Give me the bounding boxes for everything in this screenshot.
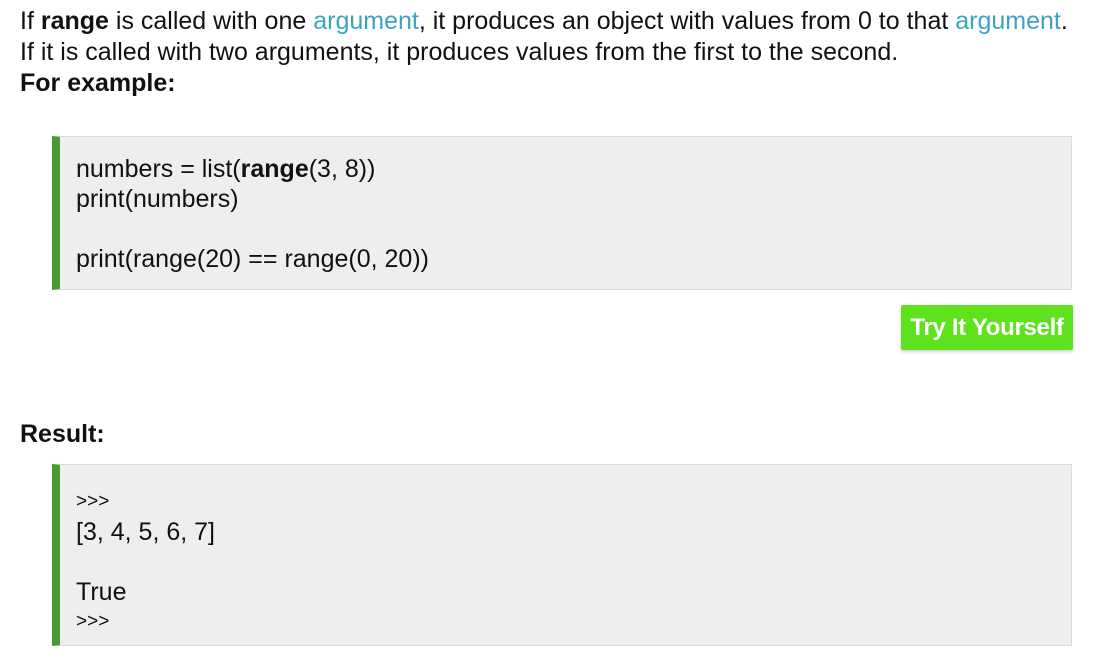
intro-text: is called with one — [108, 7, 314, 35]
code-line-1: numbers = list(range(3, 8)) — [76, 155, 376, 183]
intro-text: If — [20, 7, 41, 35]
result-prompt: >>> — [76, 611, 110, 632]
example-label: For example: — [20, 69, 176, 97]
argument-link[interactable]: argument — [955, 7, 1061, 35]
intro-line-2: If it is called with two arguments, it p… — [20, 38, 899, 66]
argument-link[interactable]: argument — [313, 7, 419, 35]
intro-text: . — [1060, 7, 1068, 35]
try-it-yourself-button[interactable]: Try It Yourself — [901, 305, 1073, 350]
result-label: Result: — [20, 420, 105, 448]
intro-text: , it produces an object with values from… — [418, 7, 956, 35]
result-output-line: [3, 4, 5, 6, 7] — [76, 518, 215, 546]
result-output-block: >>> [3, 4, 5, 6, 7] True >>> — [52, 464, 1072, 646]
code-line-2: print(numbers) — [76, 185, 239, 213]
range-keyword: range — [240, 155, 309, 183]
code-line-3: print(range(20) == range(0, 20)) — [76, 245, 429, 273]
range-keyword: range — [40, 7, 109, 35]
result-blank-line — [76, 547, 1071, 577]
result-prompt: >>> — [76, 491, 110, 512]
example-code-block: numbers = list(range(3, 8)) print(number… — [52, 136, 1072, 290]
intro-paragraph: If range is called with one argument, it… — [20, 6, 1090, 99]
result-output-line: True — [76, 578, 127, 606]
intro-line-1: If range is called with one argument, it… — [20, 6, 1090, 37]
